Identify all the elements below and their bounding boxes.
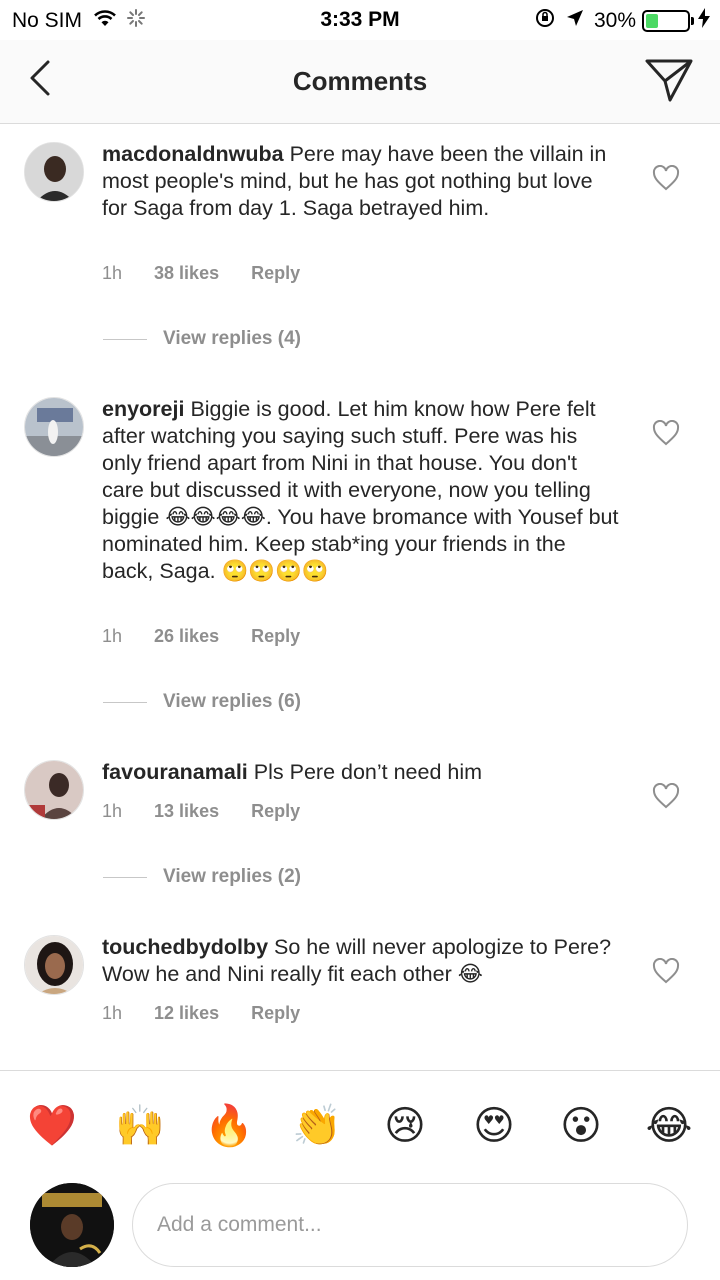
view-replies-label: View replies (2) — [163, 866, 301, 887]
battery-icon — [642, 10, 690, 32]
view-replies-label: View replies (6) — [163, 691, 301, 712]
heart-icon — [652, 419, 680, 446]
current-user-avatar[interactable] — [30, 1183, 114, 1267]
charging-bolt-icon — [698, 8, 710, 34]
comment-meta: 1h 26 likes Reply — [102, 626, 332, 647]
emoji-heart-eyes-button[interactable]: 😍 — [469, 1101, 519, 1151]
reply-button[interactable]: Reply — [251, 263, 300, 284]
view-replies-button[interactable]: View replies (2) — [103, 866, 301, 888]
divider-line — [103, 338, 147, 340]
emoji-quick-bar: ❤️ 🙌 🔥 👏 😢 😍 😮 😂 Add a comment... — [0, 1070, 720, 1280]
comment-body: macdonaldnwuba Pere may have been the vi… — [102, 141, 622, 222]
divider-line — [103, 701, 147, 703]
emoji-fire-button[interactable]: 🔥 — [204, 1101, 254, 1151]
comment-text: Pls Pere don’t need him — [253, 760, 483, 784]
comment-meta: 1h 38 likes Reply — [102, 263, 332, 284]
like-button[interactable] — [652, 957, 680, 984]
divider-line — [103, 876, 147, 878]
comment-body: enyoreji Biggie is good. Let him know ho… — [102, 396, 622, 585]
reply-button[interactable]: Reply — [251, 626, 300, 647]
comment-username[interactable]: touchedbydolby — [102, 935, 268, 959]
avatar[interactable] — [24, 760, 84, 820]
status-bar: No SIM 3:33 PM 30% — [0, 0, 720, 40]
comment-meta: 1h 12 likes Reply — [102, 1003, 332, 1024]
page-title: Comments — [292, 66, 428, 96]
avatar[interactable] — [24, 397, 84, 457]
comment-meta: 1h 13 likes Reply — [102, 801, 332, 822]
comment-likes[interactable]: 13 likes — [154, 801, 219, 822]
add-comment-input[interactable]: Add a comment... — [132, 1183, 688, 1267]
comment-time: 1h — [102, 263, 123, 283]
battery-percent: 30% — [593, 9, 636, 32]
like-button[interactable] — [652, 164, 680, 191]
comment-username[interactable]: favouranamali — [102, 760, 248, 784]
comment-time: 1h — [102, 1003, 123, 1023]
comment-body: touchedbydolby So he will never apologiz… — [102, 934, 622, 988]
reply-button[interactable]: Reply — [251, 801, 300, 822]
emoji-clap-button[interactable]: 👏 — [292, 1101, 342, 1151]
comment-time: 1h — [102, 801, 123, 821]
status-right: 30% — [534, 7, 710, 35]
comment-time: 1h — [102, 626, 123, 646]
comment-username[interactable]: enyoreji — [102, 397, 184, 421]
emoji-heart-button[interactable]: ❤️ — [27, 1101, 77, 1151]
view-replies-button[interactable]: View replies (4) — [103, 328, 301, 350]
heart-icon — [652, 957, 680, 984]
comment-likes[interactable]: 38 likes — [154, 263, 219, 284]
avatar[interactable] — [24, 142, 84, 202]
paper-plane-icon — [645, 59, 693, 102]
comment-text: Biggie is good. Let him know how Pere fe… — [102, 397, 619, 583]
heart-icon — [652, 164, 680, 191]
comment-body: favouranamali Pls Pere don’t need him — [102, 759, 622, 786]
like-button[interactable] — [652, 419, 680, 446]
comment-username[interactable]: macdonaldnwuba — [102, 142, 284, 166]
reply-button[interactable]: Reply — [251, 1003, 300, 1024]
comment-likes[interactable]: 26 likes — [154, 626, 219, 647]
avatar[interactable] — [24, 935, 84, 995]
battery-tip — [691, 17, 694, 25]
location-arrow-icon — [566, 9, 584, 33]
comment-likes[interactable]: 12 likes — [154, 1003, 219, 1024]
rotation-lock-icon — [534, 7, 556, 35]
nav-bar: Comments — [0, 40, 720, 124]
emoji-raised-hands-button[interactable]: 🙌 — [115, 1101, 165, 1151]
view-replies-button[interactable]: View replies (6) — [103, 691, 301, 713]
heart-icon — [652, 782, 680, 809]
emoji-surprised-button[interactable]: 😮 — [556, 1101, 606, 1151]
view-replies-label: View replies (4) — [163, 328, 301, 349]
emoji-joy-button[interactable]: 😂 — [644, 1101, 694, 1151]
share-button[interactable] — [644, 56, 694, 104]
like-button[interactable] — [652, 782, 680, 809]
emoji-cry-button[interactable]: 😢 — [380, 1101, 430, 1151]
